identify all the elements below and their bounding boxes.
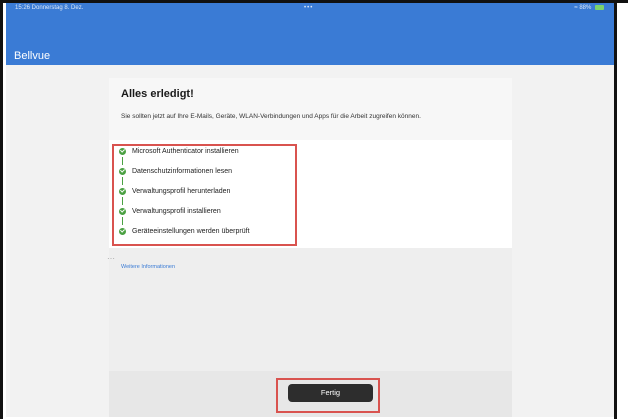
main-panel: Alles erledigt! Sie sollten jetzt auf Ih… (107, 78, 512, 417)
app-header: 15:26 Donnerstag 8. Dez. ••• ≈ 88% Bellv… (6, 3, 614, 65)
completion-card: Alles erledigt! Sie sollten jetzt auf Ih… (109, 78, 512, 140)
app-title: Bellvue (14, 50, 51, 62)
status-time-date: 15:26 Donnerstag 8. Dez. (15, 5, 84, 11)
multitasking-dots[interactable]: ••• (304, 5, 313, 11)
frame-divider (614, 0, 617, 419)
page-title: Alles erledigt! (121, 88, 194, 100)
button-highlight-box (276, 378, 380, 413)
wifi-icon: ≈ (574, 5, 578, 12)
status-battery: ≈ 88% (574, 5, 604, 11)
loading-spinner-icon: ⋯ (107, 254, 115, 263)
more-info-link[interactable]: Weitere Informationen (121, 264, 175, 270)
steps-highlight-box (112, 144, 297, 246)
device-screen: 15:26 Donnerstag 8. Dez. ••• ≈ 88% Bellv… (6, 3, 614, 417)
battery-icon (595, 5, 604, 10)
page-description: Sie sollten jetzt auf Ihre E-Mails, Gerä… (121, 113, 421, 120)
battery-percent: 88% (579, 5, 592, 12)
